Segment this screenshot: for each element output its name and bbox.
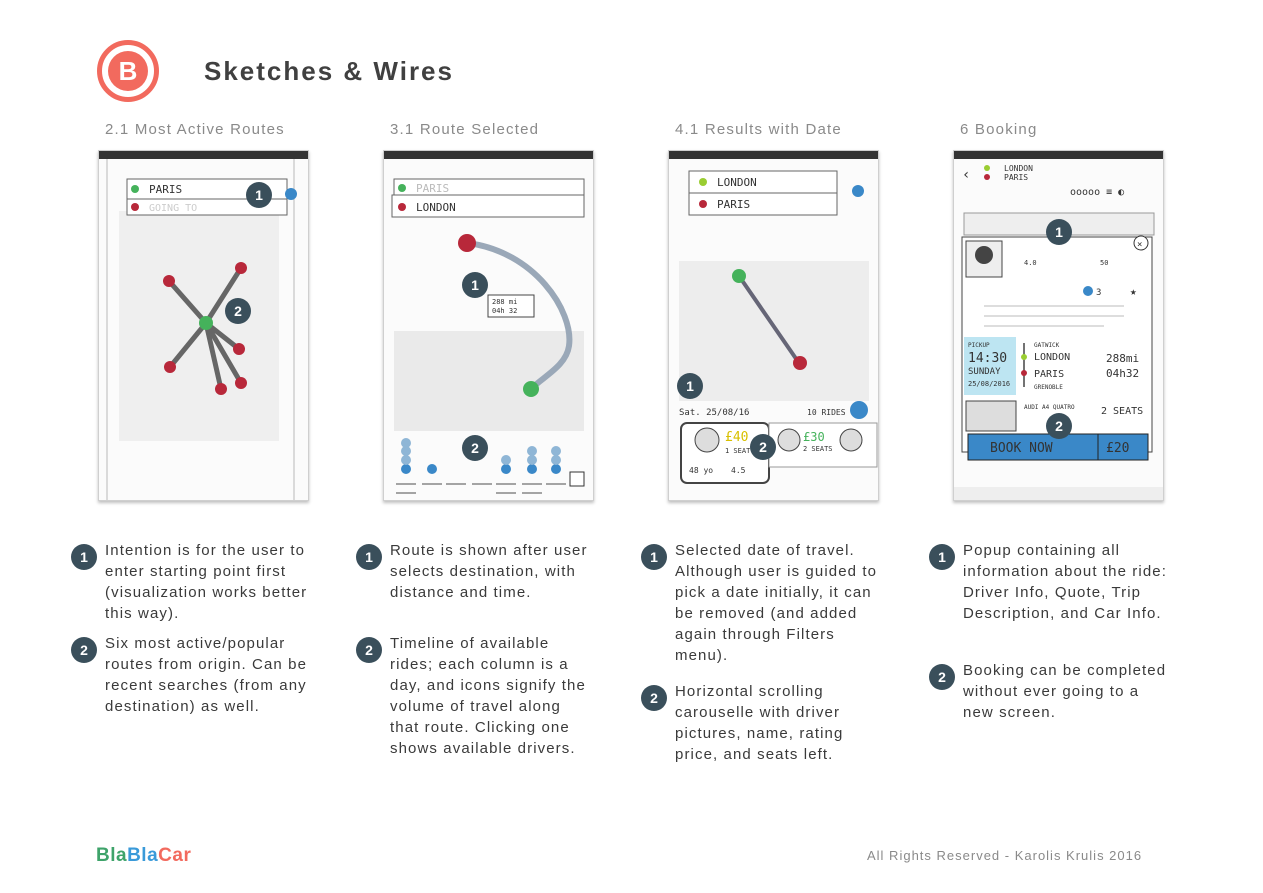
note-badge: 1 (356, 544, 382, 570)
sketch-field-to: GOING TO (149, 203, 197, 214)
booking-from: LONDON (1004, 164, 1033, 173)
note-badge: 2 (356, 637, 382, 663)
driver-price-1: £40 (725, 430, 748, 445)
sketch-route-selected: PARIS LONDON 288 mi 04h 32 1 2 (383, 150, 594, 501)
driver-rating-1: 4.5 (731, 466, 746, 475)
note-text: Booking can be completed without ever go… (963, 662, 1167, 721)
stop-1: GATWICK (1034, 342, 1060, 349)
stop-3: PARIS (1034, 369, 1064, 380)
callout-badge-2: 2 (750, 434, 776, 460)
car-model: AUDI A4 QUATRO (1024, 404, 1075, 411)
sketch-most-active-routes: PARIS GOING TO 1 2 (98, 150, 309, 501)
callout-badge-1: 1 (677, 373, 703, 399)
note-text: Popup containing all information about t… (963, 542, 1167, 622)
column-title-1: 2.1 Most Active Routes (105, 121, 285, 138)
stop-2: LONDON (1034, 352, 1070, 363)
pickup-label: PICKUP (968, 342, 990, 349)
column-title-3: 4.1 Results with Date (675, 121, 842, 138)
sketch-booking: ‹ LONDON PARIS ooooo ≡ ◐ × 4.0 50 3 ★ PI… (953, 150, 1164, 501)
note-badge: 1 (929, 544, 955, 570)
route-distance: 288 mi (492, 298, 517, 306)
svg-text:×: × (1137, 240, 1142, 250)
driver-seats-1: 1 SEAT (725, 447, 751, 455)
svg-text:‹: ‹ (962, 167, 970, 183)
note-text: Timeline of available rides; each column… (390, 635, 586, 757)
callout-badge-2: 2 (462, 435, 488, 461)
copyright-text: All Rights Reserved - Karolis Krulis 201… (867, 848, 1143, 863)
driver-age-1: 48 yo (689, 466, 713, 475)
page-title: Sketches & Wires (204, 56, 454, 86)
note-text: Horizontal scrolling carouselle with dri… (675, 683, 844, 763)
rides-count: 10 RIDES (807, 408, 846, 417)
note-badge: 2 (929, 664, 955, 690)
sketch-field-from: LONDON (717, 176, 757, 189)
column-title-4: 6 Booking (960, 121, 1038, 138)
note-badge: 2 (71, 637, 97, 663)
svg-text:★: ★ (1130, 285, 1137, 298)
logo-badge: B (97, 40, 159, 102)
trip-distance: 288mi (1106, 352, 1139, 365)
sketch-field-to: LONDON (416, 201, 456, 214)
pickup-time: 14:30 (968, 351, 1007, 366)
driver-seats-2: 2 SEATS (803, 445, 833, 453)
callout-badge-1: 1 (246, 182, 272, 208)
sketch-results-with-date: LONDON PARIS Sat. 25/08/16 10 RIDES £40 … (668, 150, 879, 501)
driver-price-2: £30 (803, 430, 825, 444)
pickup-day: SUNDAY (968, 367, 1001, 377)
selected-date: Sat. 25/08/16 (679, 408, 749, 418)
ratings-count: 50 (1100, 259, 1108, 267)
sketch-field-to: PARIS (717, 198, 750, 211)
column-title-2: 3.1 Route Selected (390, 121, 540, 138)
note-text: Selected date of travel. Although user i… (675, 542, 878, 664)
driver-rating: 4.0 (1024, 259, 1037, 267)
note-text: Intention is for the user to enter start… (105, 542, 308, 622)
logo-letter: B (108, 51, 148, 91)
book-now-button: BOOK NOW (990, 441, 1053, 456)
stop-4: GRENOBLE (1034, 384, 1063, 391)
seats-left: 2 SEATS (1101, 406, 1143, 417)
callout-badge-2: 2 (225, 298, 251, 324)
questions-count: 3 (1096, 288, 1101, 298)
note-badge: 2 (641, 685, 667, 711)
note-badge: 1 (71, 544, 97, 570)
booking-price: £20 (1106, 441, 1129, 456)
callout-badge-1: 1 (1046, 219, 1072, 245)
booking-to: PARIS (1004, 173, 1028, 182)
pickup-date: 25/08/2016 (968, 380, 1010, 388)
note-text: Route is shown after user selects destin… (390, 542, 588, 601)
svg-text:ooooo ≡ ◐: ooooo ≡ ◐ (1070, 187, 1124, 198)
sketch-field-from: PARIS (149, 183, 182, 196)
route-time: 04h 32 (492, 307, 517, 315)
callout-badge-1: 1 (462, 272, 488, 298)
note-badge: 1 (641, 544, 667, 570)
brand-logo: BlaBlaCar (96, 845, 192, 866)
note-text: Six most active/popular routes from orig… (105, 635, 308, 715)
trip-time: 04h32 (1106, 367, 1139, 380)
callout-badge-2: 2 (1046, 413, 1072, 439)
sketch-field-from: PARIS (416, 182, 449, 195)
